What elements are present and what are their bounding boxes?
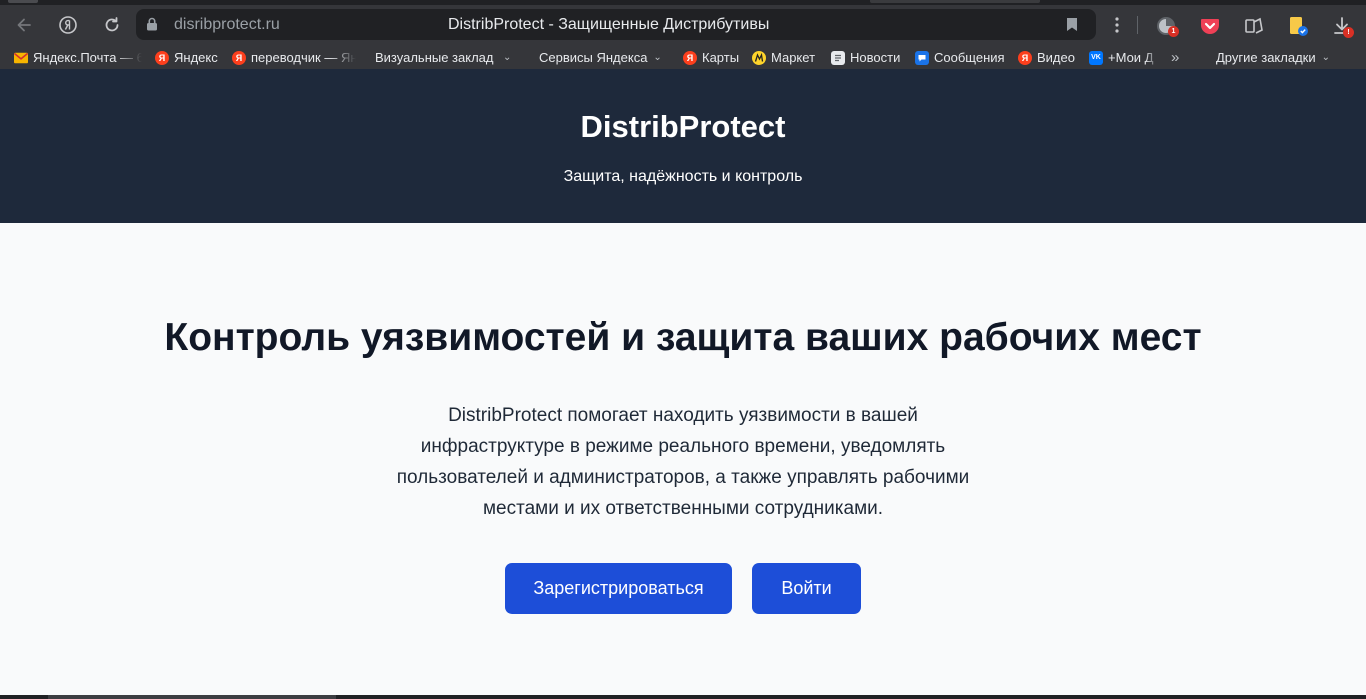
- hero-heading: Контроль уязвимостей и защита ваших рабо…: [164, 316, 1202, 359]
- yandex-icon: Я: [1018, 50, 1032, 65]
- pocket-icon[interactable]: [1199, 15, 1221, 37]
- bookmark-label: Новости: [850, 50, 901, 65]
- tab-edge[interactable]: [870, 0, 1040, 3]
- site-header: DistribProtect Защита, надёжность и конт…: [0, 69, 1366, 223]
- downloads-icon[interactable]: !: [1331, 15, 1354, 38]
- bookmarks-bar: Яндекс.Почта — 6 Я Яндекс Я переводчик —…: [0, 45, 1366, 69]
- window-bottom-edge: [0, 695, 1366, 699]
- page-title-text: DistribProtect - Защищенные Дистрибутивы: [448, 16, 770, 33]
- collections-icon[interactable]: [1243, 15, 1265, 37]
- more-bookmarks-icon[interactable]: »: [1171, 49, 1185, 66]
- bookmark-messages[interactable]: Сообщения: [915, 49, 1007, 66]
- yandex-icon: Я: [683, 50, 697, 65]
- register-button[interactable]: Зарегистрироваться: [505, 563, 732, 614]
- extension-icon[interactable]: 1: [1155, 15, 1179, 37]
- chevron-down-icon: ⌄: [1321, 52, 1330, 63]
- bookmark-label: Сообщения: [934, 50, 1005, 65]
- back-arrow-icon[interactable]: [11, 12, 37, 38]
- site-tagline: Защита, надёжность и контроль: [563, 168, 803, 185]
- messages-icon: [915, 50, 929, 65]
- bookmark-translator[interactable]: Я переводчик — Ян: [232, 49, 356, 66]
- site-title: DistribProtect: [580, 109, 786, 144]
- bookmark-yandex[interactable]: Я Яндекс: [155, 49, 219, 66]
- lock-icon[interactable]: [146, 17, 158, 36]
- address-bar[interactable]: disribprotect.ru DistribProtect - Защище…: [136, 9, 1096, 40]
- bookmark-label: переводчик — Ян: [251, 50, 356, 65]
- yandex-disk-icon[interactable]: [1287, 15, 1309, 37]
- bookmark-label: Другие закладки: [1216, 50, 1316, 65]
- news-icon: [831, 50, 845, 65]
- bookmark-label: Карты: [702, 50, 740, 65]
- bookmark-vk[interactable]: VK +Мои Д: [1089, 49, 1159, 66]
- yandex-icon: Я: [232, 50, 246, 65]
- extension-badge: 1: [1168, 26, 1179, 37]
- reload-icon[interactable]: [99, 12, 125, 38]
- downloads-badge: !: [1343, 27, 1354, 38]
- yandex-home-icon[interactable]: [55, 12, 81, 38]
- chevron-down-icon: ⌄: [653, 52, 662, 63]
- taskbar-segment: [48, 695, 336, 699]
- bookmark-folder-services[interactable]: Сервисы Яндекса ⌄: [539, 49, 665, 66]
- bookmark-icon[interactable]: [1066, 17, 1078, 37]
- yandex-icon: Я: [155, 50, 169, 65]
- mail-icon: [14, 51, 28, 65]
- toolbar-divider: [1137, 16, 1138, 34]
- bookmark-label: Яндекс: [174, 50, 218, 65]
- login-button[interactable]: Войти: [752, 563, 861, 614]
- menu-dots-icon[interactable]: [1104, 12, 1130, 38]
- bookmark-label: +Мои Д: [1108, 50, 1154, 65]
- vk-icon: VK: [1089, 50, 1103, 65]
- tab-edge[interactable]: [8, 0, 38, 3]
- bookmark-label: Яндекс.Почта — 6: [33, 50, 142, 65]
- chevron-down-icon: ⌄: [503, 52, 512, 63]
- bookmark-yandex-mail[interactable]: Яндекс.Почта — 6: [14, 49, 142, 66]
- bookmark-news[interactable]: Новости: [831, 49, 903, 66]
- bookmark-video[interactable]: Я Видео: [1018, 49, 1078, 66]
- bookmark-folder-visual[interactable]: Визуальные заклад ⌄: [375, 49, 518, 66]
- market-icon: [752, 50, 766, 65]
- bookmark-label: Видео: [1037, 50, 1075, 65]
- hero-description: DistribProtect помогает находить уязвимо…: [396, 405, 970, 519]
- bookmark-maps[interactable]: Я Карты: [683, 49, 741, 66]
- bookmark-market[interactable]: Маркет: [752, 49, 820, 66]
- bookmark-label: Сервисы Яндекса: [539, 50, 648, 65]
- other-bookmarks-folder[interactable]: Другие закладки ⌄: [1216, 49, 1342, 66]
- bookmark-label: Маркет: [771, 50, 816, 65]
- url-text[interactable]: disribprotect.ru: [174, 16, 280, 34]
- bookmark-label: Визуальные заклад: [375, 50, 494, 65]
- browser-toolbar: disribprotect.ru DistribProtect - Защище…: [0, 5, 1366, 45]
